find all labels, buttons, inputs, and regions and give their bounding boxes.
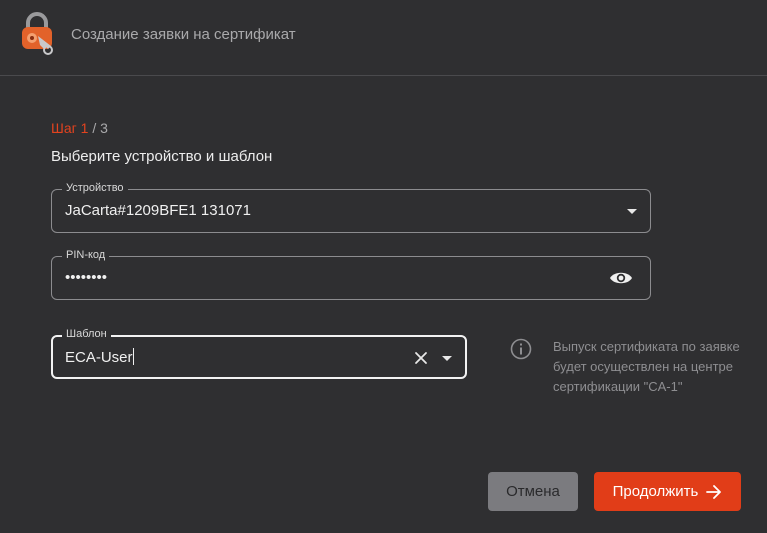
text-caret (132, 348, 134, 365)
cancel-button[interactable]: Отмена (488, 472, 578, 511)
template-select[interactable]: Шаблон ECA-User (51, 327, 467, 379)
lock-key-logo-icon (22, 12, 53, 55)
dialog-header: Создание заявки на сертификат (0, 0, 767, 76)
continue-button[interactable]: Продолжить (594, 472, 741, 511)
template-value-wrap: ECA-User (65, 348, 134, 366)
pin-value: •••••••• (65, 269, 108, 286)
pin-field[interactable]: PIN-код •••••••• (51, 248, 651, 300)
info-text: Выпуск сертификата по заявке будет осуще… (553, 339, 740, 394)
arrow-right-icon (706, 484, 722, 499)
device-label: Устройство (62, 181, 128, 195)
eye-icon[interactable] (609, 269, 633, 287)
template-label: Шаблон (62, 327, 111, 341)
chevron-down-icon[interactable] (627, 209, 637, 214)
pin-label: PIN-код (62, 248, 110, 262)
close-icon[interactable] (414, 351, 428, 365)
info-icon (510, 338, 532, 360)
device-value: JaCarta#1209BFE1 131071 (65, 202, 251, 219)
step-total: / 3 (92, 120, 108, 136)
step-indicator: Шаг 1 / 3 (51, 120, 108, 136)
step-current: 1 (80, 120, 89, 136)
chevron-down-icon[interactable] (442, 356, 452, 361)
device-select[interactable]: Устройство JaCarta#1209BFE1 131071 (51, 181, 651, 233)
continue-button-label: Продолжить (612, 483, 699, 500)
cancel-button-label: Отмена (506, 483, 560, 500)
step-label: Шаг (51, 120, 77, 136)
template-value: ECA-User (65, 349, 133, 366)
dialog-title: Создание заявки на сертификат (71, 26, 296, 43)
form-subtitle: Выберите устройство и шаблон (51, 148, 273, 165)
